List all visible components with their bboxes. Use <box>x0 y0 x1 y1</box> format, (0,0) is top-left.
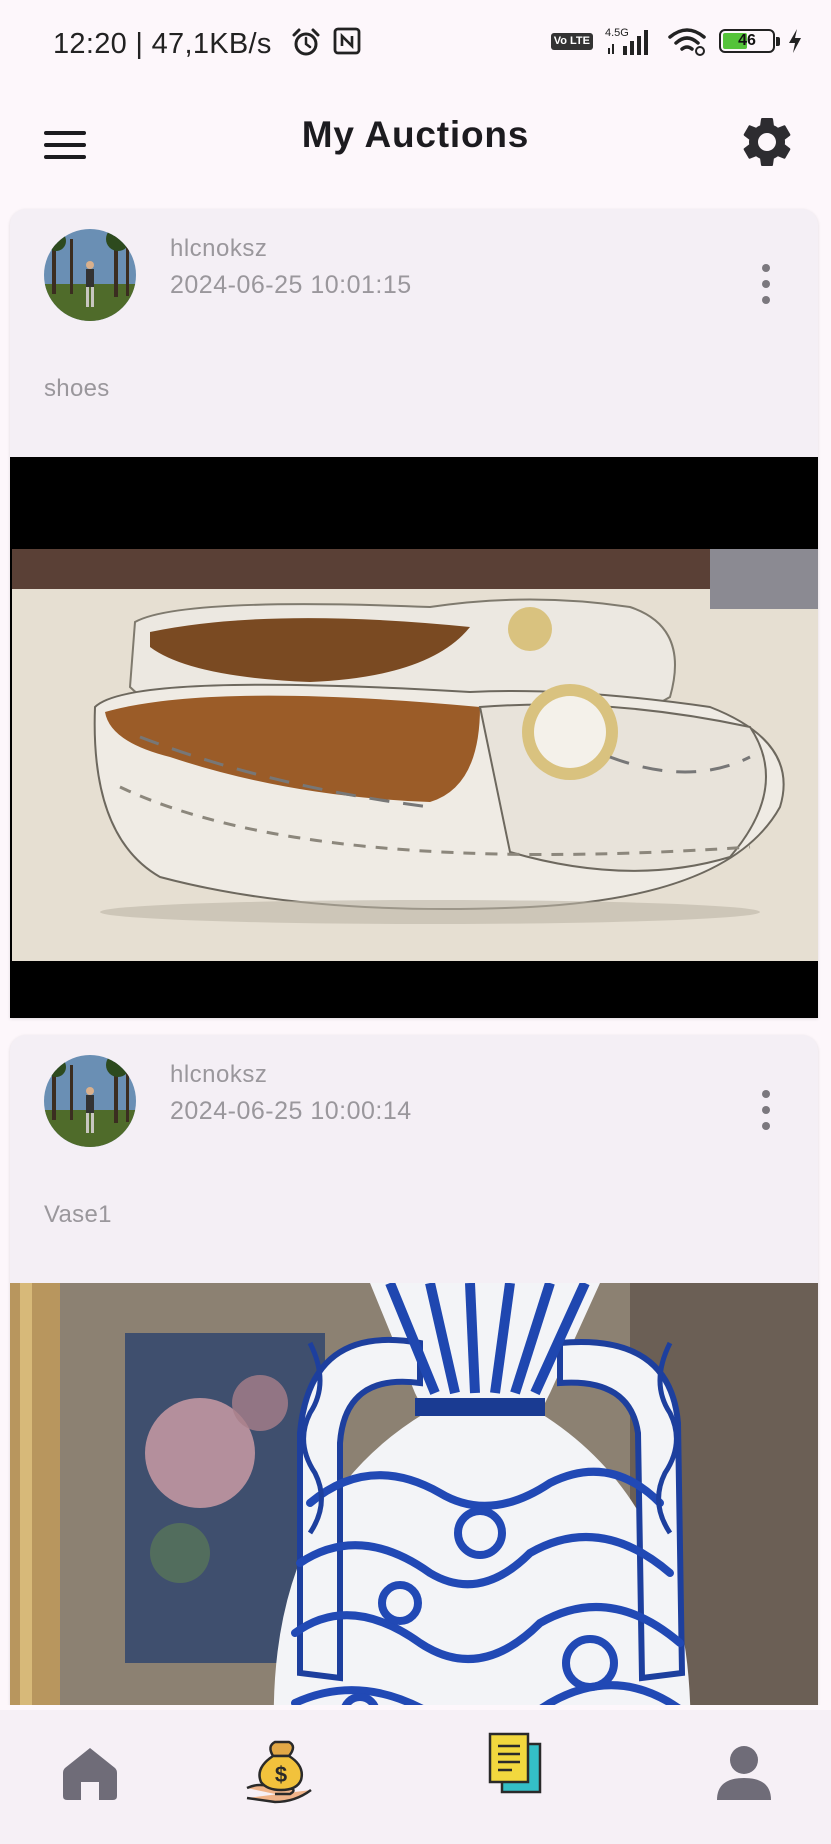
status-bar: 12:20 | 47,1KB/s Vo LTE 4.5G 46 <box>0 0 831 90</box>
auction-image[interactable] <box>10 1280 818 1705</box>
alarm-icon <box>292 28 320 56</box>
auction-author: hlcnoksz <box>170 1061 268 1088</box>
blue-white-vase-photo <box>10 1280 818 1705</box>
avatar[interactable] <box>44 229 136 321</box>
auctions-docs-icon[interactable] <box>480 1730 550 1800</box>
more-vert-icon[interactable] <box>758 264 774 304</box>
volte-badge: Vo LTE <box>550 32 593 50</box>
app-bar: My Auctions <box>0 90 831 220</box>
status-time: 12:20 | 47,1KB/s <box>53 28 272 60</box>
auction-feed[interactable]: hlcnoksz 2024-06-25 10:01:15 shoes hlcno… <box>0 205 831 1705</box>
auction-title: shoes <box>44 375 110 402</box>
settings-icon[interactable] <box>737 112 797 172</box>
auction-title: Vase1 <box>44 1201 112 1228</box>
charging-icon <box>789 29 801 53</box>
signal-icon: 4.5G <box>605 27 648 55</box>
auction-author: hlcnoksz <box>170 235 268 262</box>
wifi-icon <box>668 28 706 56</box>
auction-card[interactable]: hlcnoksz 2024-06-25 10:01:15 shoes <box>10 209 818 1018</box>
home-icon[interactable] <box>55 1738 125 1808</box>
money-bag-icon[interactable]: $ <box>245 1738 315 1808</box>
more-vert-icon[interactable] <box>758 1090 774 1130</box>
page-title: My Auctions <box>301 114 530 155</box>
profile-icon[interactable] <box>709 1738 779 1808</box>
auction-date: 2024-06-25 10:01:15 <box>170 271 412 299</box>
status-right-icons: Vo LTE 4.5G 46 <box>550 26 803 56</box>
avatar[interactable] <box>44 1055 136 1147</box>
auction-date: 2024-06-25 10:00:14 <box>170 1097 412 1125</box>
auction-image[interactable] <box>10 457 818 1018</box>
battery-percent: 46 <box>738 32 756 49</box>
svg-text:$: $ <box>275 1762 287 1787</box>
loafer-shoes-photo <box>10 457 818 1018</box>
bottom-navigation: $ <box>0 1710 831 1844</box>
battery-icon: 46 <box>719 29 780 53</box>
auction-card[interactable]: hlcnoksz 2024-06-25 10:00:14 Vase1 <box>10 1035 818 1705</box>
nfc-icon <box>333 27 361 55</box>
network-label: 4.5G <box>605 27 629 39</box>
status-left-icons <box>290 26 362 58</box>
